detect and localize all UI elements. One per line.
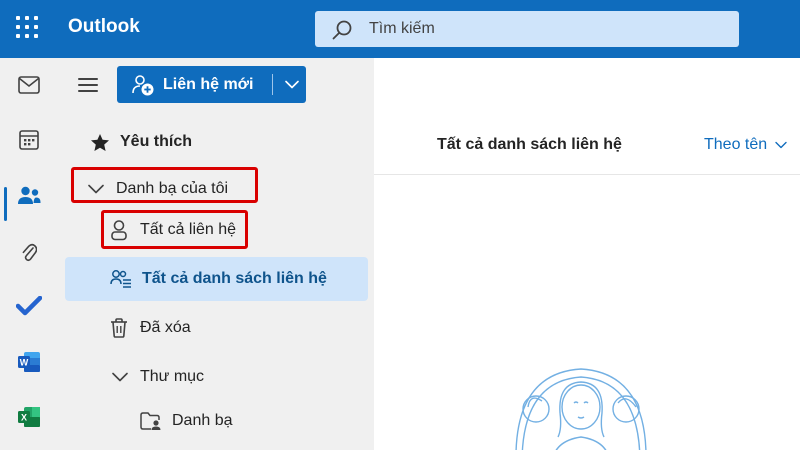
rail-calendar[interactable] bbox=[0, 115, 58, 165]
nav-favorites[interactable]: Yêu thích bbox=[58, 120, 374, 164]
mail-icon bbox=[18, 76, 40, 94]
add-contact-icon bbox=[132, 74, 154, 95]
search-icon[interactable] bbox=[331, 19, 353, 41]
list-title: Tất cả danh sách liên hệ bbox=[437, 136, 622, 153]
nav-contacts-folder[interactable]: Danh bạ bbox=[58, 399, 374, 443]
excel-icon: X bbox=[18, 407, 40, 427]
sort-label: Theo tên bbox=[704, 136, 768, 153]
chevron-down-icon bbox=[112, 372, 128, 382]
menu-icon[interactable] bbox=[78, 78, 98, 92]
svg-text:X: X bbox=[21, 413, 27, 423]
rail-people[interactable] bbox=[0, 171, 58, 221]
star-icon bbox=[91, 133, 109, 151]
nav-all-contact-lists[interactable]: Tất cả danh sách liên hệ bbox=[58, 257, 374, 301]
contacts-folder-icon bbox=[140, 412, 161, 430]
chevron-down-icon bbox=[775, 141, 787, 149]
new-contact-main[interactable]: Liên hệ mới bbox=[117, 66, 270, 103]
empty-state-illustration bbox=[515, 368, 647, 450]
nav-deleted-label: Đã xóa bbox=[140, 319, 191, 336]
split-divider bbox=[272, 74, 273, 95]
top-header-bar: Outlook bbox=[0, 0, 800, 58]
rail-todo[interactable] bbox=[0, 281, 58, 331]
new-contact-label: Liên hệ mới bbox=[163, 75, 254, 93]
rail-word[interactable]: W bbox=[0, 337, 58, 387]
todo-icon bbox=[16, 296, 42, 316]
people-icon bbox=[18, 186, 41, 204]
rail-files[interactable] bbox=[0, 226, 58, 276]
sort-dropdown[interactable]: Theo tên bbox=[704, 134, 787, 156]
calendar-icon bbox=[19, 130, 39, 150]
app-title[interactable]: Outlook bbox=[68, 16, 140, 38]
nav-folders-group[interactable]: Thư mục bbox=[58, 355, 374, 399]
new-contact-button[interactable]: Liên hệ mới bbox=[117, 66, 306, 103]
app-launcher-icon[interactable] bbox=[16, 16, 42, 42]
folder-pane: Liên hệ mới Yêu thích Danh bạ của tôi Tấ… bbox=[58, 58, 374, 450]
highlight-box-my-contacts bbox=[71, 167, 258, 203]
search-input[interactable] bbox=[369, 11, 729, 47]
search-box[interactable] bbox=[315, 11, 739, 47]
new-contact-dropdown[interactable] bbox=[277, 66, 306, 103]
app-rail: W X bbox=[0, 58, 58, 450]
nav-contacts-folder-label: Danh bạ bbox=[172, 412, 233, 429]
highlight-box-all-contacts bbox=[101, 210, 248, 249]
main-pane: Tất cả danh sách liên hệ Theo tên bbox=[374, 58, 800, 450]
active-indicator bbox=[4, 187, 7, 221]
nav-deleted[interactable]: Đã xóa bbox=[58, 306, 374, 350]
chevron-down-icon bbox=[284, 80, 299, 89]
rail-excel[interactable]: X bbox=[0, 392, 58, 442]
header-divider bbox=[374, 174, 800, 175]
rail-mail[interactable] bbox=[0, 60, 58, 110]
nav-favorites-label: Yêu thích bbox=[120, 133, 193, 150]
contact-list-icon bbox=[110, 270, 131, 288]
attachment-icon bbox=[22, 243, 37, 262]
word-icon: W bbox=[18, 352, 40, 372]
nav-all-contact-lists-label: Tất cả danh sách liên hệ bbox=[142, 270, 327, 287]
trash-icon bbox=[111, 318, 127, 338]
svg-text:W: W bbox=[20, 358, 29, 368]
nav-folders-group-label: Thư mục bbox=[140, 368, 205, 385]
